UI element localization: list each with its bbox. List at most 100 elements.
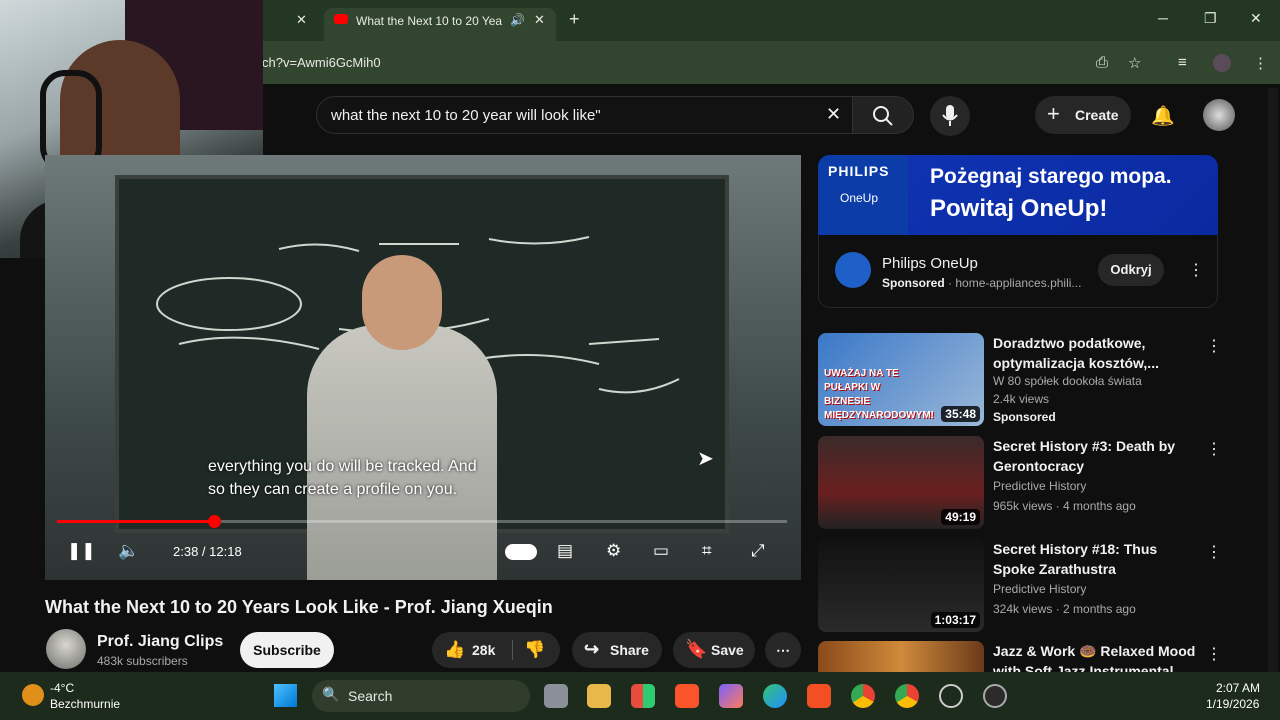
tab-close-icon[interactable]: ✕ xyxy=(534,12,545,28)
rec-thumb-text-1: UWAŻAJ NA TE PUŁAPKI W BIZNESIE MIĘDZYNA… xyxy=(824,368,934,421)
ad-sponsored-label: Sponsored xyxy=(882,276,945,290)
ad-menu-icon[interactable]: ⋮ xyxy=(1188,260,1204,280)
rec-thumbnail-1[interactable]: UWAŻAJ NA TE PUŁAPKI W BIZNESIE MIĘDZYNA… xyxy=(818,333,984,426)
tab-audio-icon[interactable]: 🔊 xyxy=(510,13,525,27)
clock-date[interactable]: 1/19/2026 xyxy=(1206,697,1259,711)
video-title: What the Next 10 to 20 Years Look Like -… xyxy=(45,597,553,617)
like-dislike-group: 👍 28k 👎 xyxy=(432,632,560,668)
save-button[interactable]: 🔖 Save xyxy=(673,632,755,668)
install-app-icon[interactable]: ⎙ xyxy=(1096,54,1108,71)
subtitles-icon[interactable]: ▤ xyxy=(557,541,573,561)
caption-line-2: so they can create a profile on you. xyxy=(208,481,458,498)
share-button[interactable]: ↪ Share xyxy=(572,632,662,668)
search-button[interactable] xyxy=(852,96,914,134)
rec-title-3[interactable]: Secret History #18: Thus Spoke Zarathust… xyxy=(993,539,1203,579)
progress-bar[interactable] xyxy=(57,515,787,528)
weather-temperature[interactable]: -4°C xyxy=(50,681,74,695)
divider xyxy=(512,640,513,660)
rec-channel-2[interactable]: Predictive History xyxy=(993,479,1086,493)
ad-logo: PHILIPS OneUp xyxy=(818,155,908,235)
microphone-icon xyxy=(942,105,958,126)
search-icon xyxy=(873,106,893,126)
progress-fill xyxy=(57,520,214,523)
weather-description[interactable]: Bezchmurnie xyxy=(50,697,120,711)
pause-icon[interactable]: ❚❚ xyxy=(67,541,96,561)
ad-brand: PHILIPS xyxy=(828,163,890,179)
theater-mode-icon[interactable]: ▭ xyxy=(653,541,669,561)
ad-cta-button[interactable]: Odkryj xyxy=(1098,254,1164,286)
taskbar-search[interactable] xyxy=(312,680,530,712)
fullscreen-icon[interactable]: ⤢ xyxy=(751,541,765,561)
windows-start-icon[interactable] xyxy=(274,684,297,707)
lecturer-head xyxy=(362,255,442,350)
rec-menu-icon-1[interactable]: ⋮ xyxy=(1206,336,1222,356)
ad-domain: · home-appliances.phili... xyxy=(948,276,1082,290)
rec-thumbnail-3[interactable]: 1:03:17 xyxy=(818,539,984,632)
caption-line-1: everything you do will be tracked. And xyxy=(208,458,477,475)
rec-menu-icon-3[interactable]: ⋮ xyxy=(1206,542,1222,562)
settings-gear-icon[interactable]: ⚙ xyxy=(606,541,621,561)
volume-icon[interactable]: 🔈 xyxy=(118,541,139,561)
subscribe-button[interactable]: Subscribe xyxy=(240,632,334,668)
rec-title-1[interactable]: Doradztwo podatkowe, optymalizacja koszt… xyxy=(993,333,1203,373)
chrome-icon[interactable] xyxy=(851,684,875,708)
rec-meta-2: 965k views · 4 months ago xyxy=(993,499,1136,513)
prev-tab-close-icon[interactable]: ✕ xyxy=(296,12,307,28)
clock-time[interactable]: 2:07 AM xyxy=(1216,681,1260,695)
minimize-icon[interactable]: ─ xyxy=(1158,10,1168,26)
rec-menu-icon-4[interactable]: ⋮ xyxy=(1206,644,1222,664)
ad-headline-2: Powitaj OneUp! xyxy=(930,195,1108,222)
brave-icon[interactable] xyxy=(675,684,699,708)
cast-icon[interactable]: ⌗ xyxy=(702,541,712,561)
page-scrollbar[interactable] xyxy=(1268,88,1278,672)
profile-avatar[interactable] xyxy=(1213,54,1231,72)
like-count[interactable]: 28k xyxy=(472,642,495,658)
media-controls-icon[interactable]: ≡ xyxy=(1178,54,1187,71)
tab-title: What the Next 10 to 20 Year xyxy=(356,14,502,28)
rec-menu-icon-2[interactable]: ⋮ xyxy=(1206,439,1222,459)
chrome-profile-icon[interactable] xyxy=(895,684,919,708)
obs-icon[interactable] xyxy=(939,684,963,708)
account-avatar[interactable] xyxy=(1203,99,1235,131)
rec-thumbnail-4[interactable] xyxy=(818,641,984,672)
bookmark-star-icon[interactable]: ☆ xyxy=(1128,54,1141,72)
new-tab-button[interactable]: + xyxy=(569,9,580,30)
channel-avatar[interactable] xyxy=(46,629,86,669)
microsoft-store-icon[interactable] xyxy=(807,684,831,708)
rec-thumbnail-2[interactable]: 49:19 xyxy=(818,436,984,529)
video-player[interactable]: everything you do will be tracked. And s… xyxy=(45,155,801,580)
rec-meta-3: 324k views · 2 months ago xyxy=(993,602,1136,616)
youtube-favicon-icon xyxy=(334,14,348,24)
more-actions-icon[interactable]: ⋯ xyxy=(765,632,801,668)
save-label: Save xyxy=(711,642,744,658)
ad-banner[interactable]: PHILIPS OneUp Pożegnaj starego mopa. Pow… xyxy=(818,155,1218,235)
share-arrow-icon: ↪ xyxy=(584,639,600,659)
copilot-icon[interactable] xyxy=(719,684,743,708)
rec-title-2[interactable]: Secret History #3: Death by Gerontocracy xyxy=(993,436,1203,476)
voice-search-button[interactable] xyxy=(930,96,970,136)
autoplay-toggle[interactable] xyxy=(505,544,537,560)
ad-advertiser-avatar[interactable] xyxy=(835,252,871,288)
ad-advertiser-name[interactable]: Philips OneUp xyxy=(882,255,978,272)
file-explorer-icon[interactable] xyxy=(587,684,611,708)
browser-menu-icon[interactable]: ⋮ xyxy=(1253,54,1268,72)
store-icon[interactable] xyxy=(631,684,655,708)
edge-icon[interactable] xyxy=(763,684,787,708)
url-text[interactable]: ch?v=Awmi6GcMih0 xyxy=(262,55,381,70)
media-player-icon[interactable] xyxy=(983,684,1007,708)
rec-channel-3[interactable]: Predictive History xyxy=(993,582,1086,596)
restore-icon[interactable]: ❐ xyxy=(1204,10,1217,27)
rec-title-4[interactable]: Jazz & Work 🍩 Relaxed Mood with Soft Jaz… xyxy=(993,641,1203,672)
thumbs-down-icon[interactable]: 👎 xyxy=(524,640,545,660)
window-close-icon[interactable]: ✕ xyxy=(1250,10,1262,27)
progress-scrubber[interactable] xyxy=(207,515,221,528)
clear-search-icon[interactable]: ✕ xyxy=(826,104,841,125)
mouse-cursor-icon: ➤ xyxy=(697,448,714,470)
thumbs-up-icon[interactable]: 👍 xyxy=(444,640,465,660)
weather-icon[interactable] xyxy=(22,684,44,706)
taskbar-search-icon: 🔍 xyxy=(322,686,340,702)
channel-name[interactable]: Prof. Jiang Clips xyxy=(97,633,223,651)
task-view-icon[interactable] xyxy=(544,684,568,708)
notifications-bell-icon[interactable]: 🔔 xyxy=(1151,104,1175,128)
time-display: 2:38 / 12:18 xyxy=(173,544,242,559)
